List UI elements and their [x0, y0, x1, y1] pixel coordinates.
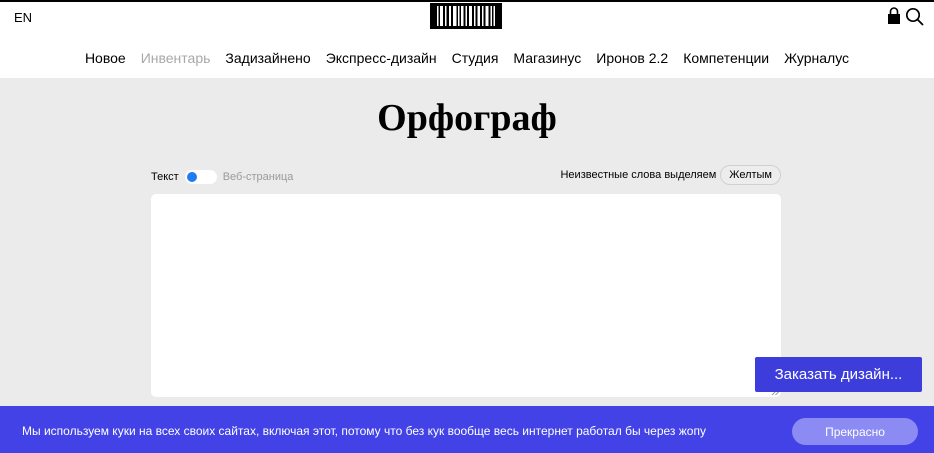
nav-item-journal[interactable]: Журналус	[777, 50, 857, 66]
highlight-setting: Неизвестные слова выделяем Желтым	[560, 165, 781, 185]
mode-web-label[interactable]: Веб-страница	[223, 171, 294, 183]
main-nav: Новое Инвентарь Задизайнено Экспресс-диз…	[0, 50, 934, 66]
nav-item-shop[interactable]: Магазинус	[506, 50, 589, 66]
lock-icon[interactable]	[887, 7, 901, 24]
nav-item-competencies[interactable]: Компетенции	[676, 50, 777, 66]
nav-item-express-design[interactable]: Экспресс-дизайн	[318, 50, 444, 66]
input-mode-switch: Текст Веб-страница	[151, 168, 293, 186]
language-switch[interactable]: EN	[14, 10, 32, 25]
site-header: EN Новое Инвентарь Задизайнено Экспресс-…	[0, 2, 934, 78]
search-icon[interactable]	[905, 7, 924, 26]
barcode-logo[interactable]	[430, 3, 502, 29]
order-design-button[interactable]: Заказать дизайн...	[755, 357, 922, 392]
nav-item-studio[interactable]: Студия	[444, 50, 506, 66]
cookie-accept-button[interactable]: Прекрасно	[792, 418, 918, 445]
mode-toggle[interactable]	[184, 170, 217, 184]
mode-text-label[interactable]: Текст	[151, 171, 179, 183]
highlight-label: Неизвестные слова выделяем	[560, 169, 717, 181]
highlight-color-select[interactable]: Желтым	[720, 165, 781, 185]
page-title: Орфограф	[377, 97, 557, 139]
text-input-area[interactable]	[151, 194, 781, 397]
nav-item-new[interactable]: Новое	[77, 50, 133, 66]
cookie-banner: Мы используем куки на всех своих сайтах,…	[0, 406, 934, 453]
barcode-icon	[437, 6, 495, 26]
nav-item-ironov[interactable]: Иронов 2.2	[589, 50, 676, 66]
nav-item-designed[interactable]: Задизайнено	[218, 50, 318, 66]
nav-item-inventory[interactable]: Инвентарь	[133, 50, 218, 66]
toggle-knob	[186, 172, 197, 182]
cookie-text: Мы используем куки на всех своих сайтах,…	[22, 424, 706, 438]
